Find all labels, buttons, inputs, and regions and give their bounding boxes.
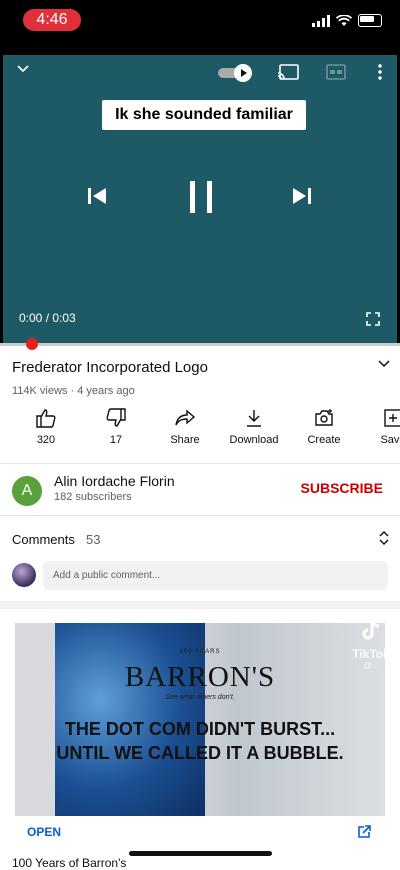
action-bar: 320 17 Share Download Create Save	[0, 408, 400, 456]
like-button[interactable]: 320	[16, 408, 76, 446]
captions-icon[interactable]	[326, 64, 346, 80]
ad-brand-logo: BARRON'S	[124, 661, 276, 693]
more-options-icon[interactable]	[377, 64, 383, 80]
video-title[interactable]: Frederator Incorporated Logo	[12, 359, 208, 376]
ad-banner[interactable]: 100 YEARS BARRON'S See what others don't…	[15, 623, 385, 816]
expand-description-icon[interactable]	[378, 360, 390, 368]
dislike-count: 17	[109, 434, 123, 446]
create-button[interactable]: Create	[294, 408, 354, 446]
create-icon	[315, 409, 333, 426]
user-avatar	[12, 563, 36, 587]
time-readout: 0:00 / 0:03	[19, 311, 76, 325]
ad-headline-line-2: UNTIL WE CALLED IT A BUBBLE.	[56, 743, 344, 763]
signal-icon	[312, 14, 330, 27]
progress-bar[interactable]	[0, 343, 400, 346]
share-icon	[175, 409, 196, 426]
share-label: Share	[170, 434, 200, 446]
ad-years: 100 YEARS	[179, 649, 221, 655]
ad-tagline: See what others don't.	[165, 694, 235, 701]
save-icon	[384, 409, 400, 427]
status-icons	[312, 14, 382, 27]
section-divider	[0, 601, 400, 609]
tiktok-label: TikTok	[352, 647, 390, 661]
expand-comments-icon[interactable]	[378, 530, 390, 546]
scrubber-handle[interactable]	[26, 338, 38, 350]
caption-overlay: Ik she sounded familiar	[102, 100, 306, 130]
subscriber-count: 182 subscribers	[54, 491, 132, 503]
ad-headline-line-1: THE DOT COM DIDN'T BURST...	[64, 719, 336, 739]
previous-icon[interactable]	[87, 187, 107, 205]
cast-icon[interactable]	[277, 64, 299, 81]
share-button[interactable]: Share	[155, 408, 215, 446]
channel-name[interactable]: Alin Iordache Florin	[54, 473, 175, 489]
wifi-icon	[336, 14, 352, 26]
play-icon	[241, 69, 247, 77]
tiktok-logo-icon	[362, 619, 380, 640]
video-meta: 114K views · 4 years ago	[12, 385, 135, 397]
subscribe-button[interactable]: SUBSCRIBE	[301, 480, 383, 496]
divider	[0, 463, 400, 464]
ad-headline: THE DOT COM DIDN'T BURST... UNTIL WE CAL…	[15, 717, 385, 765]
next-video-title[interactable]: 100 Years of Barron's	[12, 856, 126, 870]
channel-avatar[interactable]: A	[12, 476, 42, 506]
next-icon[interactable]	[292, 187, 312, 205]
download-label: Download	[229, 434, 279, 446]
save-button[interactable]: Save	[363, 408, 400, 446]
status-time: 4:46	[23, 9, 81, 31]
minimize-chevron-icon[interactable]	[16, 64, 30, 74]
divider	[0, 515, 400, 516]
ad-open-button[interactable]: OPEN	[27, 825, 61, 839]
autoplay-toggle[interactable]	[218, 64, 252, 82]
external-link-icon[interactable]	[357, 825, 371, 839]
comment-input[interactable]: Add a public comment...	[43, 561, 388, 590]
tiktok-handle: @...	[363, 661, 379, 670]
like-count: 320	[36, 434, 56, 446]
download-button[interactable]: Download	[224, 408, 284, 446]
video-player[interactable]: Ik she sounded familiar 0:00 / 0:03	[0, 48, 400, 346]
comments-label[interactable]: Comments	[12, 532, 75, 547]
create-label: Create	[307, 434, 341, 446]
tiktok-watermark: TikTok @...	[346, 618, 396, 670]
status-bar: 4:46	[0, 0, 400, 48]
save-label: Save	[380, 434, 400, 446]
dislike-button[interactable]: 17	[86, 408, 146, 446]
pause-icon[interactable]	[188, 180, 214, 214]
battery-icon	[358, 14, 382, 27]
comments-count: 53	[86, 532, 101, 547]
thumbs-up-icon	[36, 409, 56, 428]
download-icon	[247, 410, 261, 427]
fullscreen-icon[interactable]	[366, 312, 380, 326]
thumbs-down-icon	[106, 408, 126, 427]
video-surface[interactable]: Ik she sounded familiar 0:00 / 0:03	[3, 55, 397, 343]
home-indicator[interactable]	[129, 851, 272, 856]
